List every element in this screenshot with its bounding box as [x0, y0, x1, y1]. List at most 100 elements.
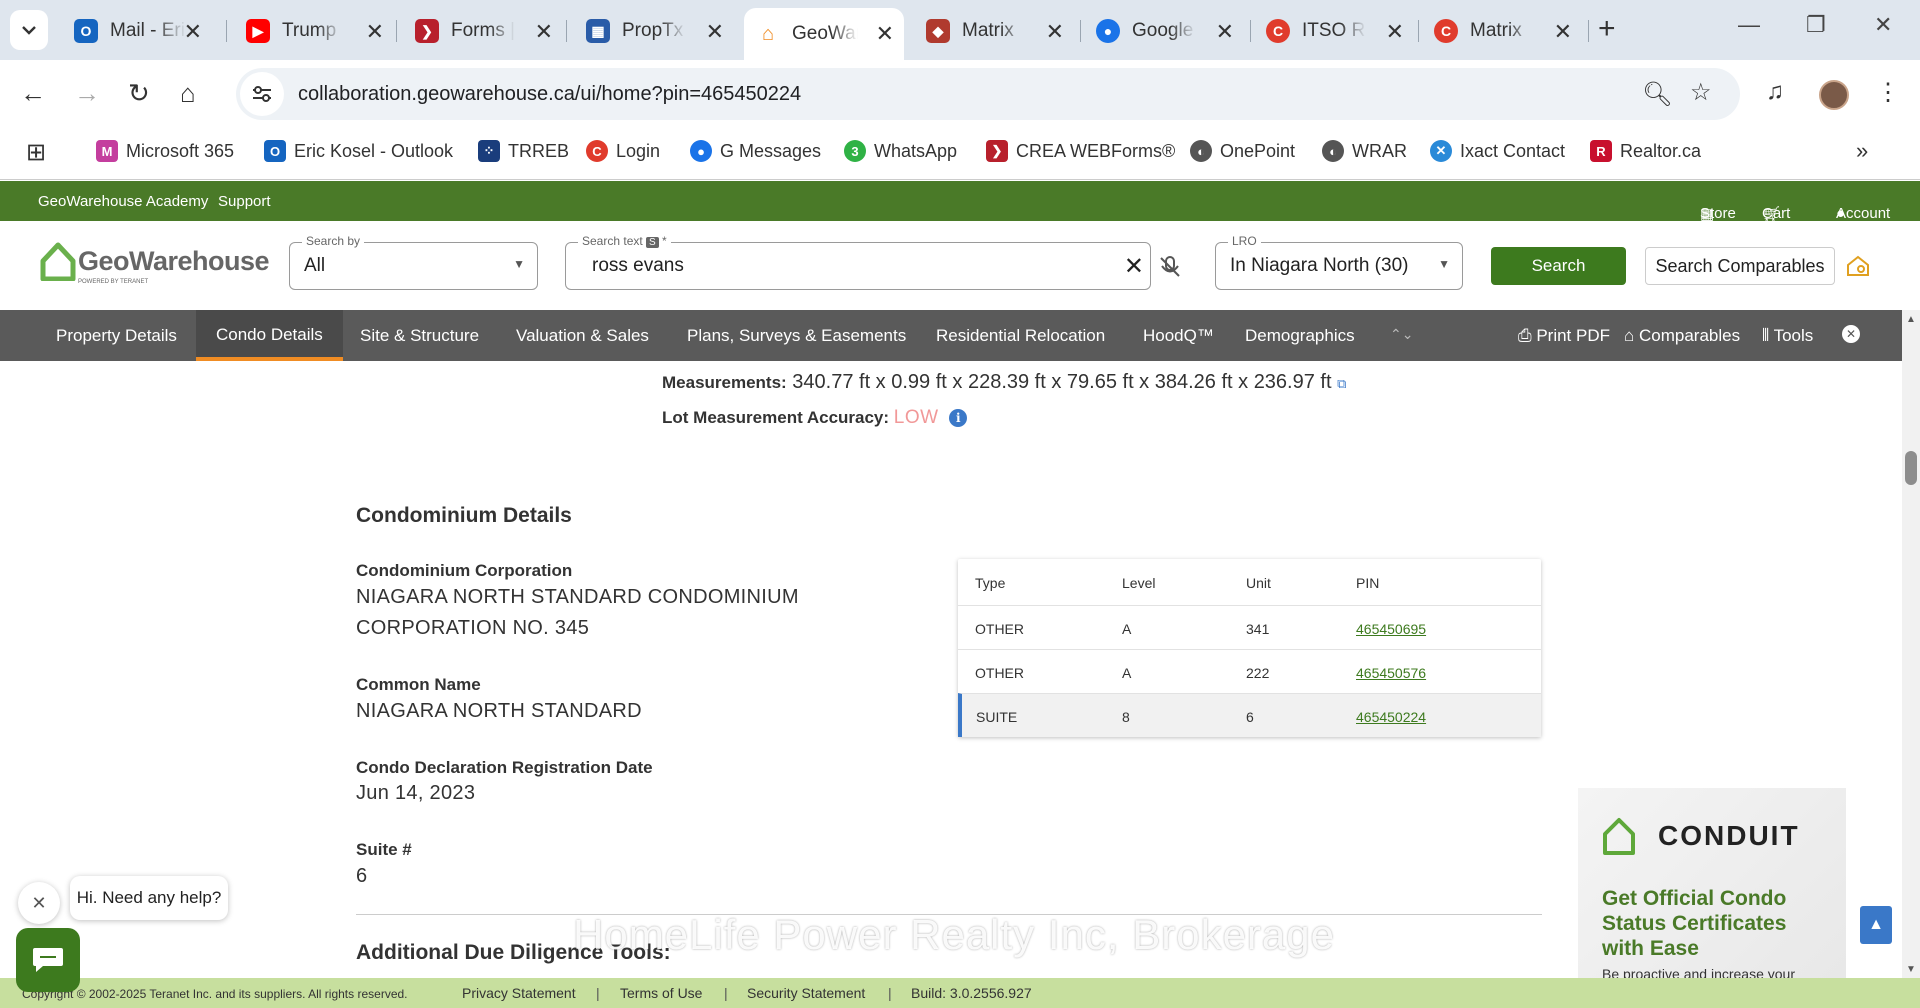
- browser-tab-matrix[interactable]: ◆ Matrix ✕: [914, 10, 1074, 52]
- table-row[interactable]: OTHER A 341 465450695: [958, 605, 1541, 649]
- page-scrollbar[interactable]: ▲ ▼: [1902, 310, 1920, 978]
- bookmark-whatsapp[interactable]: 3 WhatsApp: [844, 140, 957, 162]
- reload-icon[interactable]: ↻: [128, 78, 150, 109]
- bookmark-wrar[interactable]: ◐ WRAR: [1322, 140, 1407, 162]
- tab-demographics[interactable]: Demographics: [1245, 326, 1355, 346]
- house-compare-icon[interactable]: [1845, 253, 1871, 282]
- bookmark-login[interactable]: C Login: [586, 140, 660, 162]
- print-pdf-button[interactable]: ⎙ Print PDF: [1518, 326, 1610, 346]
- privacy-link[interactable]: Privacy Statement: [462, 985, 576, 1001]
- back-arrow-icon[interactable]: ←: [20, 78, 46, 109]
- address-bar[interactable]: collaboration.geowarehouse.ca/ui/home?pi…: [236, 68, 1740, 120]
- bookmark-microsoft365[interactable]: M Microsoft 365: [96, 140, 234, 162]
- table-row[interactable]: OTHER A 222 465450576: [958, 649, 1541, 693]
- col-header-type: Type: [975, 575, 1006, 591]
- minimize-icon[interactable]: —: [1738, 12, 1760, 38]
- close-icon[interactable]: ✕: [184, 19, 202, 45]
- pin-link[interactable]: 465450576: [1356, 665, 1426, 681]
- browser-tab-proptx[interactable]: ▦ PropTx Matrix ✕: [574, 10, 734, 52]
- clear-icon[interactable]: ✕: [1124, 252, 1144, 281]
- close-icon[interactable]: ✕: [1386, 19, 1404, 45]
- close-icon[interactable]: ✕: [535, 19, 553, 45]
- search-by-select[interactable]: Search by All ▼: [289, 234, 538, 290]
- tab-valuation-sales[interactable]: Valuation & Sales: [516, 326, 649, 346]
- more-bookmarks-icon[interactable]: »: [1856, 138, 1868, 164]
- bookmark-crea-webforms[interactable]: ❯ CREA WEBForms®: [986, 140, 1175, 162]
- close-icon[interactable]: ✕: [366, 19, 384, 45]
- bookmark-outlook[interactable]: O Eric Kosel - Outlook: [264, 140, 453, 162]
- site-info-icon[interactable]: [240, 72, 284, 116]
- outlook-icon: O: [264, 140, 286, 162]
- zoom-icon[interactable]: 🔍︎: [1642, 80, 1672, 109]
- pin-link[interactable]: 465450695: [1356, 621, 1426, 637]
- close-icon[interactable]: ✕: [1216, 19, 1234, 45]
- tools-button[interactable]: ⫴ Tools: [1762, 326, 1813, 346]
- media-control-icon[interactable]: ♫: [1766, 78, 1784, 106]
- scroll-up-arrow-icon[interactable]: ▲: [1906, 314, 1916, 325]
- search-button[interactable]: Search: [1491, 247, 1626, 285]
- new-tab-plus-icon[interactable]: +: [1598, 12, 1616, 46]
- tab-search-button[interactable]: [10, 10, 48, 50]
- close-icon[interactable]: ✕: [1554, 19, 1572, 45]
- browser-tab-matrix-2[interactable]: C Matrix ✕: [1422, 10, 1582, 52]
- bookmark-ixact[interactable]: ✕ Ixact Contact: [1430, 140, 1565, 162]
- measurement-map-icon[interactable]: ⧉: [1337, 376, 1346, 391]
- security-link[interactable]: Security Statement: [747, 985, 865, 1001]
- menu-kebab-icon[interactable]: ⋮: [1876, 78, 1900, 107]
- info-icon[interactable]: i: [949, 409, 968, 427]
- bookmarks-bar: ⊞ M Microsoft 365 O Eric Kosel - Outlook ⁘…: [0, 128, 1920, 180]
- login-icon: C: [586, 140, 608, 162]
- geowarehouse-logo[interactable]: GeoWarehouse POWERED BY TERANET: [40, 241, 270, 285]
- mic-off-icon[interactable]: [1158, 255, 1182, 284]
- browser-tab-itso[interactable]: C ITSO Reports ✕: [1254, 10, 1414, 52]
- browser-tab-google-messages[interactable]: ● Google Messages ✕: [1084, 10, 1244, 52]
- chat-prompt-bubble[interactable]: Hi. Need any help?: [70, 876, 228, 920]
- bookmark-onepoint[interactable]: ◐ OnePoint: [1190, 140, 1295, 162]
- report-content: Measurements: 340.77 ft x 0.99 ft x 228.…: [0, 361, 1902, 978]
- lro-select[interactable]: LRO In Niagara North (30) ▼: [1215, 234, 1463, 290]
- profile-avatar[interactable]: [1819, 80, 1849, 110]
- tab-residential-relocation[interactable]: Residential Relocation: [936, 326, 1105, 346]
- academy-link[interactable]: GeoWarehouse Academy: [38, 193, 208, 210]
- bookmark-star-icon[interactable]: ☆: [1690, 78, 1712, 107]
- tab-condo-details[interactable]: Condo Details: [196, 310, 343, 361]
- apps-grid-icon[interactable]: ⊞: [26, 138, 46, 167]
- chat-dismiss-button[interactable]: ✕: [18, 882, 60, 924]
- printer-icon: ⎙: [1518, 326, 1537, 345]
- tab-site-structure[interactable]: Site & Structure: [360, 326, 479, 346]
- terms-link[interactable]: Terms of Use: [620, 985, 702, 1001]
- scroll-to-top-button[interactable]: ▲: [1860, 906, 1892, 944]
- tab-plans-surveys[interactable]: Plans, Surveys & Easements: [687, 326, 906, 346]
- bookmark-trreb[interactable]: ⁘ TRREB: [478, 140, 569, 162]
- pin-link[interactable]: 465450224: [1356, 709, 1426, 725]
- close-report-icon[interactable]: ✕: [1842, 325, 1860, 343]
- scroll-down-arrow-icon[interactable]: ▼: [1906, 964, 1916, 975]
- caret-down-icon: ▼: [513, 257, 525, 271]
- conduit-ad[interactable]: CONDUIT Get Official Condo Status Certif…: [1578, 788, 1846, 978]
- home-icon[interactable]: ⌂: [180, 78, 196, 109]
- close-icon[interactable]: ✕: [1046, 19, 1064, 45]
- comparables-button[interactable]: ⌂ Comparables: [1624, 326, 1740, 346]
- close-icon[interactable]: ✕: [706, 19, 724, 45]
- search-comparables-button[interactable]: Search Comparables: [1645, 247, 1835, 285]
- house-logo-icon: [40, 242, 76, 281]
- table-row-selected[interactable]: SUITE 8 6 465450224: [958, 693, 1541, 737]
- site-top-bar: GeoWarehouse Academy Support ▦ Store 🛒︎ …: [0, 181, 1920, 239]
- forward-arrow-icon[interactable]: →: [74, 78, 100, 109]
- restore-icon[interactable]: ❐: [1806, 12, 1826, 38]
- bookmark-g-messages[interactable]: ● G Messages: [690, 140, 821, 162]
- search-text-field[interactable]: Search text S * ross evans ✕: [565, 234, 1151, 290]
- browser-tab-forms[interactable]: ❯ Forms | CREA ✕: [403, 10, 563, 52]
- tab-property-details[interactable]: Property Details: [56, 326, 177, 346]
- scrollbar-thumb[interactable]: [1905, 451, 1917, 485]
- browser-tab-youtube[interactable]: ▶ Trump Press ✕: [234, 10, 394, 52]
- chat-launcher-button[interactable]: [16, 928, 80, 992]
- browser-tab-mail[interactable]: O Mail - Eric Kosel ✕: [62, 10, 212, 52]
- bookmark-realtor[interactable]: R Realtor.ca: [1590, 140, 1701, 162]
- tab-hoodq[interactable]: HoodQ™: [1143, 326, 1214, 346]
- browser-tab-geowarehouse[interactable]: ⌂ GeoWarehouse ✕: [744, 8, 904, 60]
- window-close-icon[interactable]: ✕: [1874, 12, 1892, 38]
- collapse-expand-icon[interactable]: ⌃⌄: [1390, 326, 1413, 343]
- close-icon[interactable]: ✕: [876, 21, 894, 47]
- support-link[interactable]: Support: [218, 193, 271, 210]
